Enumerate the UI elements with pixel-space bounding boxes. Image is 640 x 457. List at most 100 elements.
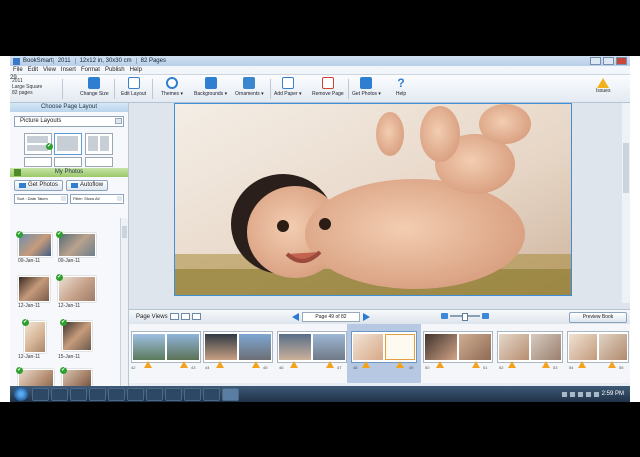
zoom-out-icon[interactable] xyxy=(441,313,448,319)
toolbar-divider xyxy=(62,79,63,99)
network-icon[interactable] xyxy=(585,391,591,397)
taskbar-app-media[interactable] xyxy=(108,387,125,401)
spread-thumbnail[interactable] xyxy=(567,331,629,368)
menu-publish[interactable]: Publish xyxy=(105,67,125,73)
page-number: 53 xyxy=(553,365,558,370)
book-page-photo[interactable] xyxy=(174,103,572,296)
menu-help[interactable]: Help xyxy=(130,67,142,73)
prev-page-icon[interactable] xyxy=(292,313,299,321)
book-info: 2011 Large Square 82 pages xyxy=(12,78,42,96)
taskbar-app-ie[interactable] xyxy=(89,387,106,401)
photo-thumbnail[interactable] xyxy=(62,321,92,351)
page-number: 54 xyxy=(569,365,574,370)
choose-layout-header: Choose Page Layout xyxy=(10,103,128,112)
next-page-icon[interactable] xyxy=(363,313,370,321)
taskbar-app-word[interactable] xyxy=(184,387,201,401)
layout-option[interactable] xyxy=(54,157,82,167)
book-info-pages: 82 pages xyxy=(12,90,33,96)
photo-thumbnail[interactable] xyxy=(58,233,96,257)
zoom-slider[interactable] xyxy=(450,313,480,321)
layout-option[interactable] xyxy=(85,157,113,167)
tray-icon[interactable] xyxy=(569,391,575,397)
photo-thumbnail[interactable] xyxy=(18,276,50,302)
spread-thumbnail-selected[interactable] xyxy=(351,331,417,368)
menu-insert[interactable]: Insert xyxy=(61,67,76,73)
chevron-down-icon xyxy=(115,118,122,124)
filter-select[interactable]: Filter: Show All xyxy=(70,194,124,204)
spread-thumbnail[interactable] xyxy=(423,331,493,368)
scroll-thumb[interactable] xyxy=(623,143,629,193)
maximize-button[interactable] xyxy=(603,57,614,65)
page-number: 49 xyxy=(409,365,414,370)
change-size-button[interactable]: Change Size xyxy=(80,77,109,97)
my-photos-header[interactable]: My Photos xyxy=(10,168,128,177)
page-number: 44 xyxy=(205,365,210,370)
menu-edit[interactable]: Edit xyxy=(28,67,38,73)
layout-option[interactable] xyxy=(24,157,52,167)
taskbar-app-photoshop[interactable] xyxy=(32,387,49,401)
minimize-button[interactable] xyxy=(590,57,601,65)
autoflow-button[interactable]: Autoflow xyxy=(66,180,109,191)
layout-option[interactable] xyxy=(54,133,82,155)
taskbar-app-notes[interactable] xyxy=(203,387,220,401)
taskbar-app-firefox[interactable] xyxy=(70,387,87,401)
grid-view-icon[interactable] xyxy=(191,313,201,320)
ornaments-button[interactable]: Ornaments ▾ xyxy=(235,77,264,97)
zoom-in-icon[interactable] xyxy=(482,313,489,319)
scroll-thumb[interactable] xyxy=(122,226,127,238)
taskbar-app-chrome[interactable] xyxy=(146,387,163,401)
remove-page-button[interactable]: Remove Page xyxy=(312,77,344,97)
preview-book-button[interactable]: Preview Book xyxy=(569,312,627,323)
page-views: Page Views xyxy=(136,313,201,320)
volume-icon[interactable] xyxy=(593,391,599,397)
autoflow-icon xyxy=(71,183,79,188)
themes-button[interactable]: Themes ▾ xyxy=(161,77,183,97)
taskbar-app-misc[interactable] xyxy=(165,387,182,401)
ornaments-label: Ornaments ▾ xyxy=(235,91,264,97)
backgrounds-button[interactable]: Backgrounds ▾ xyxy=(194,77,227,97)
get-photos-panel-button[interactable]: Get Photos xyxy=(14,180,64,191)
spread-thumbnail[interactable] xyxy=(131,331,201,368)
change-size-icon xyxy=(88,77,101,89)
add-paper-button[interactable]: Add Paper ▾ xyxy=(274,77,302,97)
filter-value: Filter: Show All xyxy=(73,196,100,201)
tray-icon[interactable] xyxy=(577,391,583,397)
taskbar-app-explorer[interactable] xyxy=(51,387,68,401)
spread-thumbnail[interactable] xyxy=(277,331,347,368)
spread-thumbnail[interactable] xyxy=(497,331,563,368)
spread-thumbnail[interactable] xyxy=(203,331,273,368)
page-nav-bar: Page Views Page 49 of 82 Preview Book xyxy=(129,309,630,324)
canvas-scrollbar[interactable] xyxy=(622,103,630,303)
start-button[interactable] xyxy=(14,387,28,401)
page-indicator[interactable]: Page 49 of 82 xyxy=(302,312,360,322)
window-controls xyxy=(590,57,627,65)
edit-layout-button[interactable]: Edit Layout xyxy=(121,77,146,97)
autoflow-label: Autoflow xyxy=(80,182,104,188)
layout-option[interactable] xyxy=(85,133,113,155)
menu-file[interactable]: File xyxy=(13,67,23,73)
get-photos-button[interactable]: Get Photos ▾ xyxy=(352,77,381,97)
taskbar-app-folder[interactable] xyxy=(127,387,144,401)
help-label: Help xyxy=(395,91,407,97)
photos-scrollbar[interactable] xyxy=(120,218,128,401)
sort-select[interactable]: Sort : Date Taken xyxy=(14,194,68,204)
page-number: 45 xyxy=(263,365,268,370)
photo-thumbnail[interactable] xyxy=(18,233,52,257)
photo-date: 09-Jan-11 xyxy=(58,258,81,264)
close-button[interactable] xyxy=(616,57,627,65)
help-button[interactable]: ? Help xyxy=(395,77,407,97)
photo-thumbnail[interactable] xyxy=(58,276,96,302)
taskbar-app-booksmart[interactable] xyxy=(222,387,239,401)
zoom-slider-thumb[interactable] xyxy=(462,313,468,321)
menu-format[interactable]: Format xyxy=(81,67,100,73)
clock[interactable]: 2:59 PM xyxy=(602,391,624,397)
layout-type-select[interactable]: Picture Layouts xyxy=(14,116,124,127)
tray-icon[interactable] xyxy=(561,391,567,397)
photo-date: 09-Jan-11 xyxy=(18,258,41,264)
menu-view[interactable]: View xyxy=(43,67,56,73)
book-title: 2011 xyxy=(52,58,75,64)
issues-button[interactable]: Issues xyxy=(596,78,610,94)
spread-view-icon[interactable] xyxy=(180,313,190,320)
single-page-view-icon[interactable] xyxy=(169,313,179,320)
photo-thumbnail[interactable] xyxy=(24,321,46,353)
